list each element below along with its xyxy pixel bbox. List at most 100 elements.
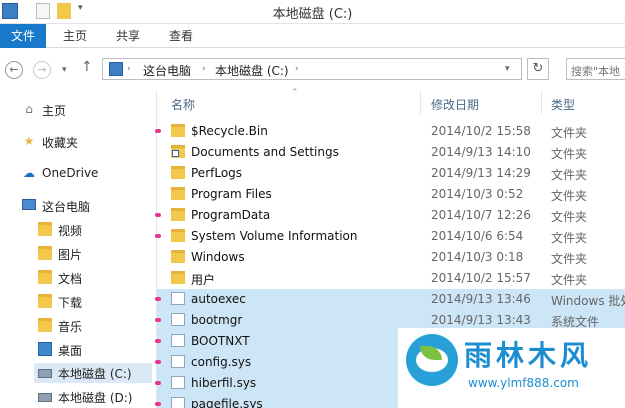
- file-name: PerfLogs: [191, 166, 243, 180]
- folder-shortcut-icon: [171, 145, 185, 158]
- file-icon: [171, 292, 185, 305]
- file-date-modified: 2014/9/13 13:43: [431, 313, 531, 327]
- file-type: 文件夹: [551, 252, 588, 266]
- annotation-mark: [155, 360, 161, 364]
- logo-emblem-icon: [406, 334, 458, 386]
- sidebar-item-onedrive[interactable]: ☁ OneDrive: [22, 164, 142, 184]
- sidebar-item-music[interactable]: 音乐: [38, 316, 148, 336]
- sidebar-item-videos[interactable]: 视频: [38, 220, 148, 240]
- file-icon: [171, 355, 185, 368]
- address-bar[interactable]: › 这台电脑 › 本地磁盘 (C:) › ▾: [102, 58, 522, 80]
- sidebar-item-favorites[interactable]: ★ 收藏夹: [22, 132, 142, 152]
- up-button[interactable]: ↑: [81, 59, 93, 75]
- file-row[interactable]: Program Files 2014/10/3 0:52 文件夹: [157, 184, 625, 205]
- folder-icon: [171, 208, 185, 221]
- file-type: Windows 批处: [551, 294, 625, 308]
- column-name[interactable]: 名称: [171, 96, 195, 113]
- music-folder-icon: [38, 318, 52, 332]
- file-row[interactable]: System Volume Information 2014/10/6 6:54 文…: [155, 226, 625, 247]
- sidebar-item-downloads[interactable]: 下载: [38, 292, 148, 312]
- tab-share[interactable]: 共享: [116, 24, 140, 48]
- recent-locations-chevron-icon[interactable]: ▾: [62, 65, 67, 75]
- column-date-modified[interactable]: 修改日期: [431, 96, 479, 113]
- file-type: 文件夹: [551, 126, 588, 140]
- file-name: config.sys: [191, 355, 252, 369]
- file-name: Program Files: [191, 187, 272, 201]
- watermark-url: www.ylmf888.com: [468, 376, 579, 390]
- column-separator[interactable]: [420, 90, 421, 114]
- cloud-icon: ☁: [23, 166, 35, 180]
- sidebar-item-desktop[interactable]: 桌面: [38, 340, 148, 360]
- annotation-mark: [155, 234, 161, 238]
- pictures-folder-icon: [38, 246, 52, 260]
- sidebar-item-home[interactable]: ⌂ 主页: [22, 100, 142, 120]
- file-type: 文件夹: [551, 168, 588, 182]
- breadcrumb-current[interactable]: 本地磁盘 (C:): [215, 62, 289, 79]
- file-date-modified: 2014/10/2 15:58: [431, 124, 531, 138]
- computer-icon: [109, 62, 123, 76]
- file-type: 文件夹: [551, 210, 588, 224]
- back-button[interactable]: ←: [5, 61, 23, 79]
- video-folder-icon: [38, 222, 52, 236]
- file-type: 文件夹: [551, 231, 588, 245]
- column-header: ⌃ 名称 修改日期 类型: [157, 88, 625, 114]
- desktop-folder-icon: [38, 342, 52, 356]
- column-separator[interactable]: [541, 90, 542, 114]
- file-row[interactable]: $Recycle.Bin 2014/10/2 15:58 文件夹: [155, 121, 625, 142]
- watermark-logo: 雨林木风 www.ylmf888.com: [398, 328, 625, 408]
- file-row[interactable]: 用户 2014/10/2 15:57 文件夹: [157, 268, 625, 289]
- home-icon: ⌂: [25, 102, 33, 116]
- refresh-button[interactable]: ↻: [527, 58, 549, 80]
- file-row[interactable]: Windows 2014/10/3 0:18 文件夹: [157, 247, 625, 268]
- annotation-mark: [155, 318, 161, 322]
- title-bar: ▾ 本地磁盘 (C:): [0, 0, 625, 24]
- file-type: 文件夹: [551, 189, 588, 203]
- folder-icon: [171, 271, 185, 284]
- sidebar-item-local-disk-d[interactable]: 本地磁盘 (D:): [38, 387, 152, 407]
- folder-icon: [171, 124, 185, 137]
- file-name: bootmgr: [191, 313, 243, 327]
- file-date-modified: 2014/10/3 0:52: [431, 187, 524, 201]
- file-row[interactable]: ProgramData 2014/10/7 12:26 文件夹: [155, 205, 625, 226]
- file-name: System Volume Information: [191, 229, 358, 243]
- breadcrumb-root[interactable]: 这台电脑: [143, 62, 191, 79]
- breadcrumb-separator-icon: ›: [202, 64, 206, 74]
- file-row[interactable]: autoexec 2014/9/13 13:46 Windows 批处: [155, 289, 625, 310]
- file-icon: [171, 397, 185, 408]
- file-date-modified: 2014/10/7 12:26: [431, 208, 531, 222]
- sidebar-item-documents[interactable]: 文档: [38, 268, 148, 288]
- file-date-modified: 2014/9/13 14:29: [431, 166, 531, 180]
- drive-icon: [38, 369, 52, 378]
- breadcrumb-separator-icon: ›: [295, 64, 299, 74]
- file-row[interactable]: Documents and Settings 2014/9/13 14:10 文件夹: [157, 142, 625, 163]
- search-input[interactable]: 搜索"本地: [566, 58, 625, 80]
- tab-file[interactable]: 文件: [0, 24, 46, 48]
- watermark-brand: 雨林木风: [464, 339, 593, 372]
- file-name: ProgramData: [191, 208, 271, 222]
- address-dropdown-icon[interactable]: ▾: [505, 64, 510, 74]
- annotation-mark: [155, 213, 161, 217]
- tab-view[interactable]: 查看: [169, 24, 193, 48]
- breadcrumb-separator-icon: ›: [127, 64, 131, 74]
- folder-icon: [171, 229, 185, 242]
- navigation-pane: ⌂ 主页 ★ 收藏夹 ☁ OneDrive 这台电脑 视频 图片 文档 下载 音…: [0, 90, 156, 408]
- file-name: autoexec: [191, 292, 246, 306]
- file-icon: [171, 376, 185, 389]
- annotation-mark: [155, 297, 161, 301]
- file-name: pagefile.sys: [191, 397, 263, 408]
- folder-icon: [171, 187, 185, 200]
- sidebar-item-this-pc[interactable]: 这台电脑: [22, 196, 142, 216]
- sort-ascending-icon: ⌃: [291, 88, 299, 98]
- file-icon: [171, 334, 185, 347]
- file-icon: [171, 313, 185, 326]
- folder-icon: [171, 166, 185, 179]
- sidebar-item-local-disk-c[interactable]: 本地磁盘 (C:): [34, 363, 152, 383]
- tab-home[interactable]: 主页: [63, 24, 87, 48]
- file-name: Windows: [191, 250, 245, 264]
- window-title: 本地磁盘 (C:): [272, 7, 353, 22]
- computer-icon: [22, 199, 36, 210]
- column-type[interactable]: 类型: [551, 96, 575, 113]
- file-row[interactable]: PerfLogs 2014/9/13 14:29 文件夹: [157, 163, 625, 184]
- forward-button[interactable]: →: [33, 61, 51, 79]
- sidebar-item-pictures[interactable]: 图片: [38, 244, 148, 264]
